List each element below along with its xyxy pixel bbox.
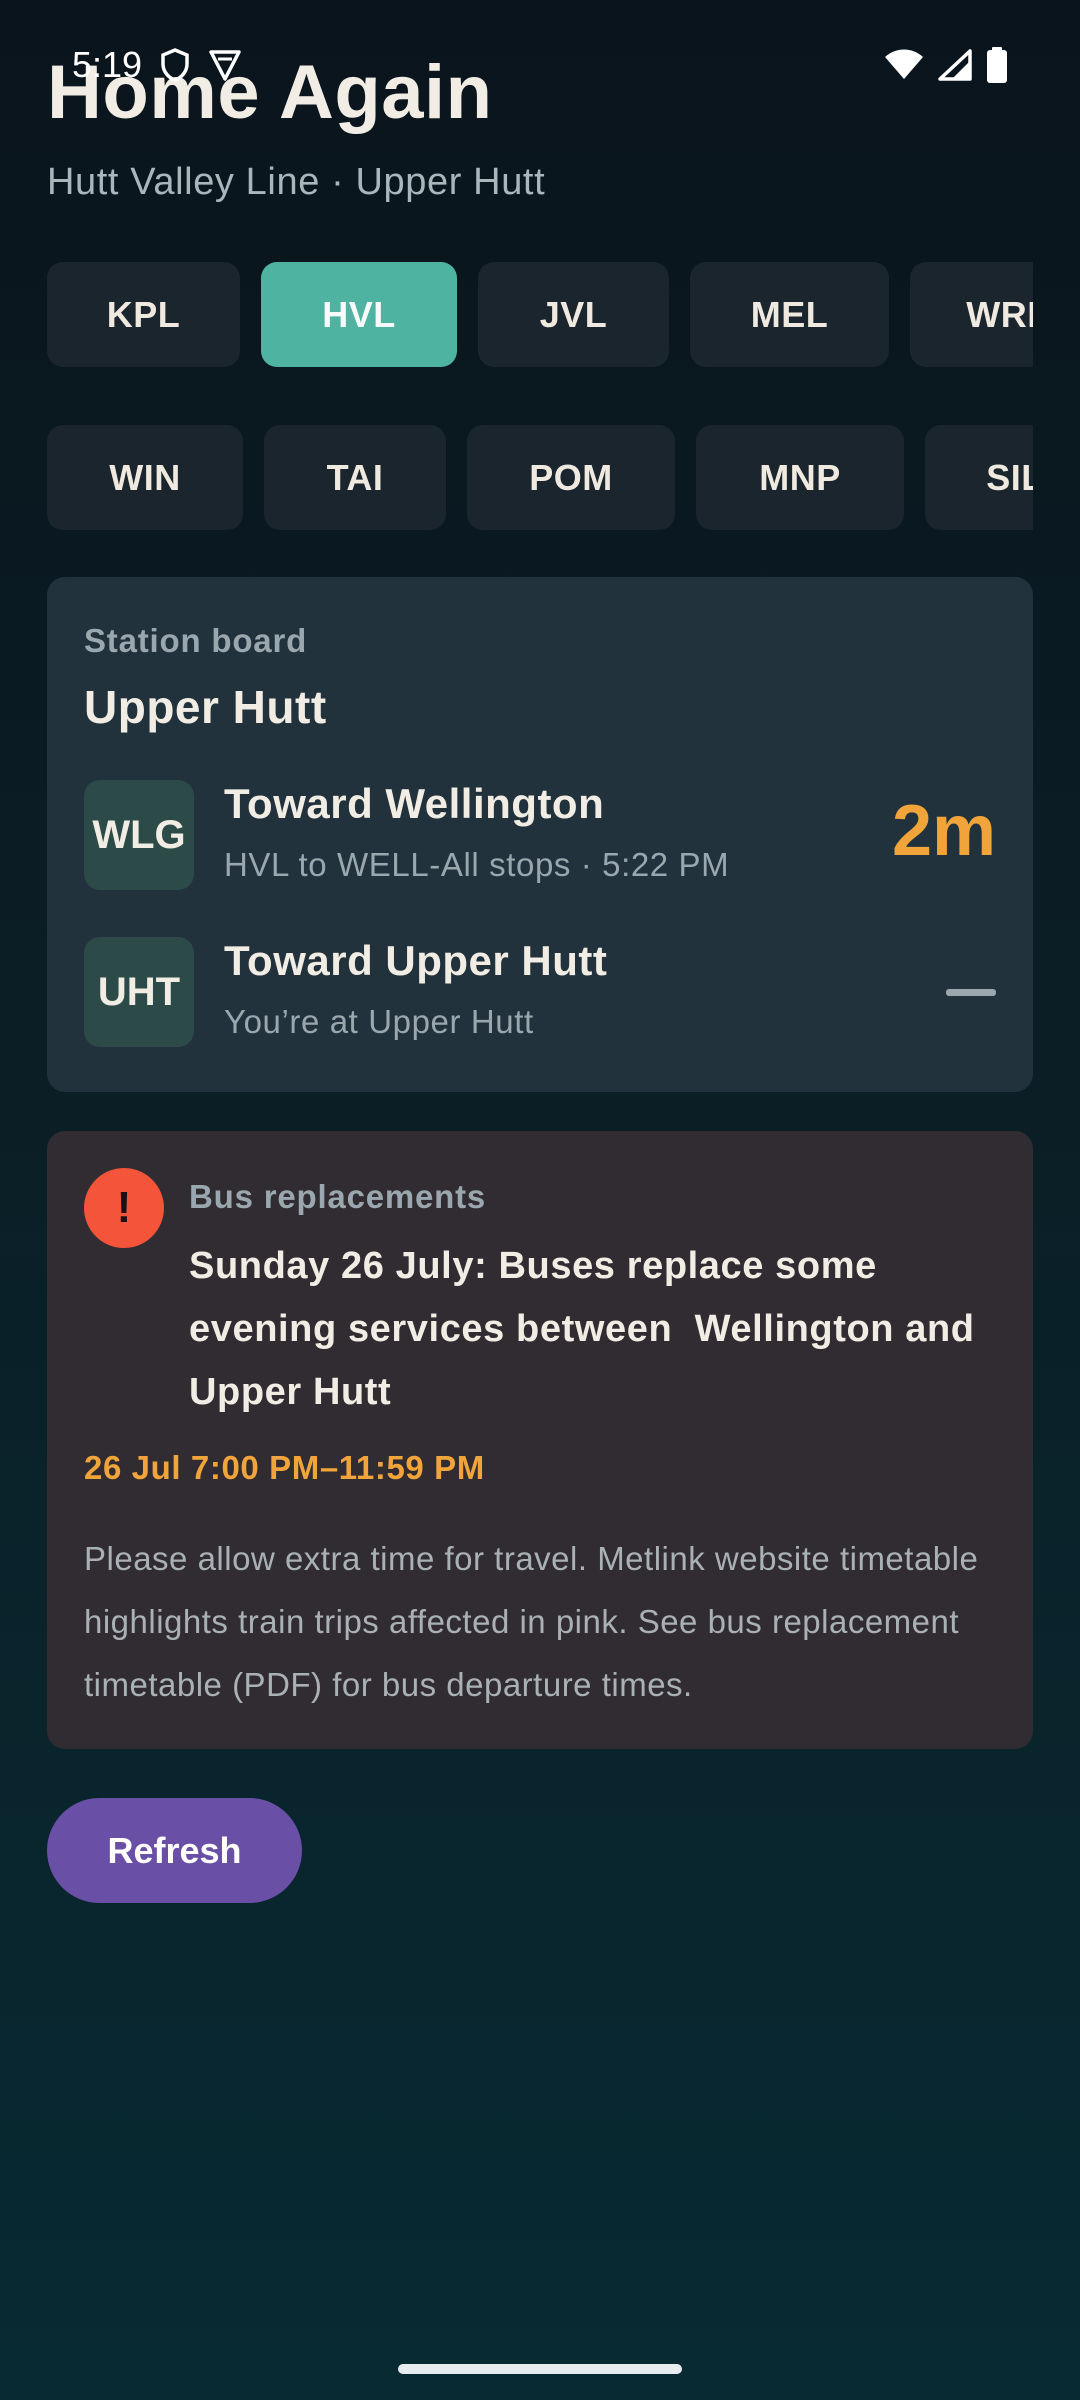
- departure-details: You’re at Upper Hutt: [224, 1003, 534, 1040]
- station-chip-mnp[interactable]: MNP: [696, 425, 904, 530]
- departure-row[interactable]: WLG Toward Wellington HVL to WELL-All st…: [84, 780, 996, 892]
- line-chip-track: KPL HVL JVL MEL WRL: [47, 262, 1033, 367]
- gesture-navigation-bar[interactable]: [398, 2364, 682, 2374]
- line-chip-kpl[interactable]: KPL: [47, 262, 240, 367]
- station-name: Upper Hutt: [84, 681, 327, 733]
- destination-code-badge: UHT: [84, 937, 194, 1047]
- no-departure-dash: [946, 989, 996, 996]
- page-subtitle: Hutt Valley Line · Upper Hutt: [47, 161, 546, 203]
- status-bar: 5:19: [72, 42, 1008, 88]
- departure-countdown: 2m: [891, 791, 996, 871]
- station-chip-pom[interactable]: POM: [467, 425, 675, 530]
- battery-icon: [986, 47, 1008, 83]
- alert-headline: Sunday 26 July: Buses replace some eveni…: [189, 1245, 986, 1413]
- line-chip-wrl[interactable]: WRL: [910, 262, 1033, 367]
- wifi-icon: [884, 49, 924, 81]
- departure-row[interactable]: UHT Toward Upper Hutt You’re at Upper Hu…: [84, 937, 996, 1049]
- line-chip-hvl[interactable]: HVL: [261, 262, 457, 367]
- status-time: 5:19: [72, 44, 143, 85]
- departure-direction: Toward Wellington: [224, 780, 605, 827]
- station-chip-sil[interactable]: SIL: [925, 425, 1033, 530]
- refresh-button[interactable]: Refresh: [47, 1798, 302, 1903]
- station-chip-row[interactable]: WIN TAI POM MNP SIL: [47, 425, 1033, 530]
- alert-time-range: 26 Jul 7:00 PM–11:59 PM: [84, 1449, 485, 1486]
- departure-direction: Toward Upper Hutt: [224, 937, 608, 984]
- shield-icon: [160, 48, 190, 82]
- service-alert-card[interactable]: ! Bus replacements Sunday 26 July: Buses…: [47, 1131, 1033, 1749]
- station-board-card: Station board Upper Hutt WLG Toward Well…: [47, 577, 1033, 1092]
- line-chip-row[interactable]: KPL HVL JVL MEL WRL: [47, 262, 1033, 367]
- line-chip-jvl[interactable]: JVL: [478, 262, 669, 367]
- destination-code-badge: WLG: [84, 780, 194, 890]
- station-chip-track: WIN TAI POM MNP SIL: [47, 425, 1033, 530]
- status-left: 5:19: [72, 44, 242, 86]
- navigation-icon: [208, 48, 242, 82]
- station-chip-tai[interactable]: TAI: [264, 425, 446, 530]
- station-board-label: Station board: [84, 622, 308, 659]
- signal-icon: [938, 49, 972, 81]
- line-chip-mel[interactable]: MEL: [690, 262, 889, 367]
- departure-details: HVL to WELL-All stops · 5:22 PM: [224, 846, 730, 883]
- station-chip-win[interactable]: WIN: [47, 425, 243, 530]
- alert-icon: !: [84, 1168, 164, 1248]
- alert-description: Please allow extra time for travel. Metl…: [84, 1540, 979, 1703]
- alert-category: Bus replacements: [189, 1178, 487, 1215]
- status-right: [884, 47, 1008, 83]
